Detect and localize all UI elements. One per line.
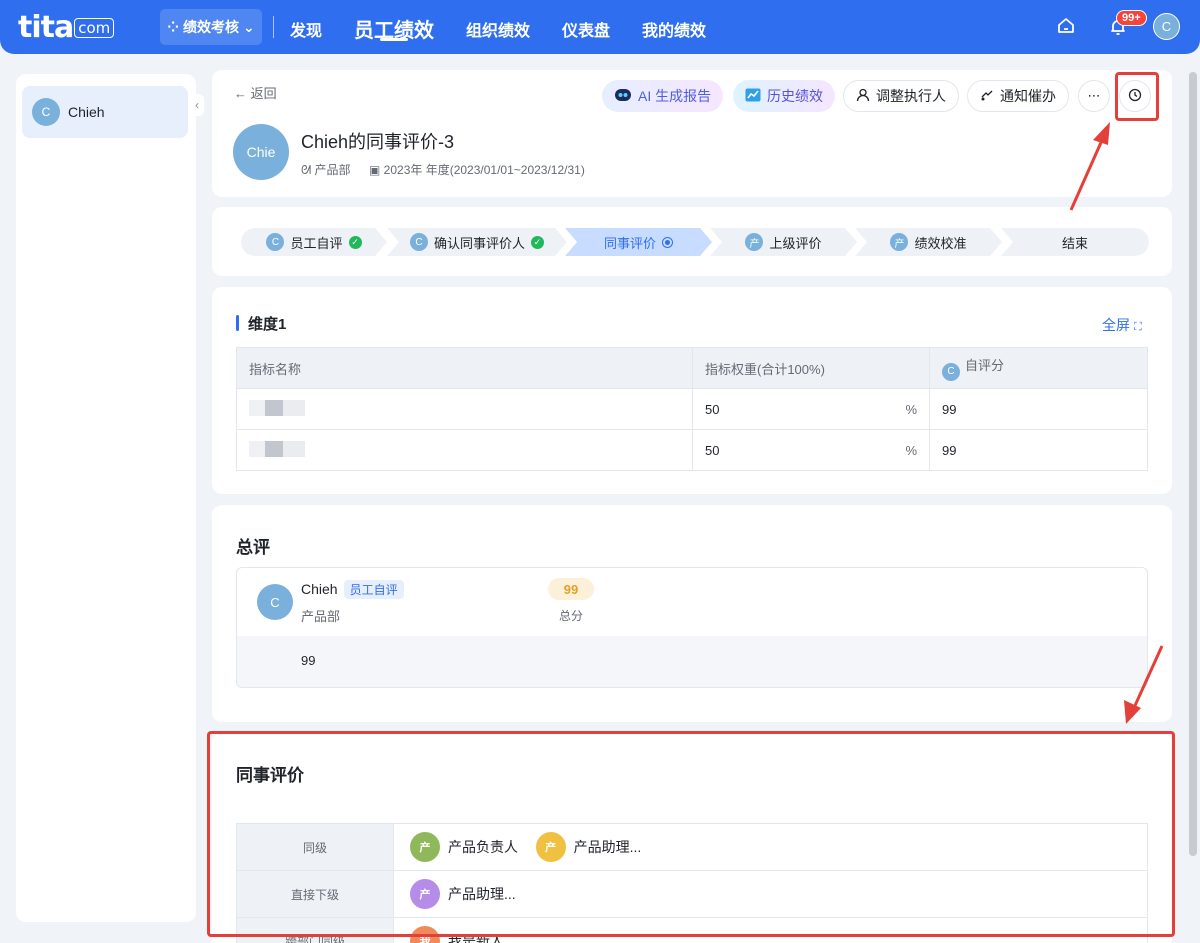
- reviewer-department: 产品部: [301, 609, 341, 624]
- avatar: C: [257, 584, 293, 620]
- sidebar-item-chieh[interactable]: C Chieh: [22, 86, 188, 138]
- step-manager-evaluation[interactable]: 产 上级评价: [710, 228, 857, 256]
- process-steps-card: C 员工自评 ✓ C 确认同事评价人 ✓ 同事评价 产 上级评价 产 绩效校准 …: [212, 207, 1172, 276]
- table-row[interactable]: 50% 99: [236, 388, 1148, 430]
- module-switcher[interactable]: ⁘ 绩效考核 ⌄: [160, 9, 262, 45]
- chevron-down-icon: ⌄: [243, 18, 255, 35]
- home-icon[interactable]: [1056, 16, 1076, 42]
- col-indicator-name: 指标名称: [236, 347, 693, 389]
- total-score-label: 总分: [559, 609, 584, 623]
- nav-divider: [273, 16, 274, 38]
- history-performance-button[interactable]: 历史绩效: [733, 80, 835, 112]
- chevron-left-icon: ‹: [195, 98, 199, 112]
- score-cell: 99: [929, 388, 1148, 430]
- sidebar-item-label: Chieh: [68, 104, 105, 120]
- blurred-text: [249, 399, 305, 416]
- summary-card: 总评 C Chieh 员工自评 产品部 99 总分 99: [212, 505, 1172, 722]
- left-panel: C Chieh: [16, 74, 196, 922]
- table-row[interactable]: 50% 99: [236, 429, 1148, 471]
- calendar-icon: ▣: [369, 163, 384, 177]
- summary-title: 总评: [236, 538, 270, 557]
- user-icon: [856, 88, 870, 105]
- page-scrollbar[interactable]: [1189, 72, 1197, 856]
- current-step-icon: [662, 237, 673, 248]
- back-link[interactable]: ← 返回: [234, 83, 277, 102]
- nav-my-performance[interactable]: 我的绩效: [642, 17, 706, 41]
- highlight-box-history-button: [1115, 72, 1159, 121]
- dimension-title: 维度1: [248, 316, 287, 333]
- check-icon: ✓: [531, 236, 544, 249]
- tita-logo[interactable]: tita com: [18, 10, 115, 45]
- step-calibration[interactable]: 产 绩效校准: [855, 228, 1002, 256]
- collapse-sidebar-button[interactable]: ‹: [190, 94, 204, 116]
- check-icon: ✓: [349, 236, 362, 249]
- evaluation-header-card: ← 返回 AI 生成报告 历史绩效 调整执行人 通知催办 ⋯ Chie Chie…: [212, 70, 1172, 197]
- grid-icon: ⁘: [167, 18, 179, 35]
- more-dots-icon: ⋯: [1087, 88, 1101, 103]
- score-cell: 99: [929, 429, 1148, 471]
- period-meta: ▣ 2023年 年度(2023/01/01~2023/12/31): [369, 163, 585, 177]
- user-avatar[interactable]: C: [1153, 13, 1180, 40]
- robot-icon: [614, 88, 632, 105]
- highlight-box-peer-evaluation: [207, 731, 1175, 937]
- avatar: C: [410, 233, 428, 251]
- avatar: 产: [745, 233, 763, 251]
- title-accent-bar: [236, 315, 239, 331]
- summary-reviewer: Chieh 员工自评: [301, 580, 404, 599]
- summary-box: C Chieh 员工自评 产品部 99 总分 99: [236, 567, 1148, 688]
- avatar: C: [942, 362, 960, 381]
- role-tag: 员工自评: [343, 580, 404, 599]
- step-self-evaluation[interactable]: C 员工自评 ✓: [241, 228, 387, 256]
- employee-avatar: Chie: [233, 124, 289, 180]
- top-nav-bar: tita com ⁘ 绩效考核 ⌄ 发现 员工绩效 组织绩效 仪表盘 我的绩效 9…: [0, 0, 1200, 54]
- nav-discover[interactable]: 发现: [290, 17, 322, 41]
- weight-cell[interactable]: 50%: [692, 429, 930, 471]
- blurred-text: [249, 440, 305, 457]
- step-end[interactable]: 结束: [1001, 228, 1149, 256]
- avatar: 产: [890, 233, 908, 251]
- fullscreen-button[interactable]: 全屏 ⛶: [1102, 315, 1142, 335]
- remind-icon: [980, 88, 994, 105]
- kpi-table: 指标名称 指标权重(合计100%) C 自评分 50% 99 50% 99: [236, 347, 1148, 471]
- ai-report-button[interactable]: AI 生成报告: [602, 80, 724, 112]
- expand-icon: ⛶: [1134, 321, 1142, 333]
- org-icon: ᘛ: [301, 163, 315, 177]
- total-score: 99: [548, 578, 594, 600]
- table-header-row: 指标名称 指标权重(合计100%) C 自评分: [236, 347, 1148, 389]
- notify-remind-button[interactable]: 通知催办: [967, 80, 1069, 112]
- nav-dashboard[interactable]: 仪表盘: [562, 17, 610, 41]
- summary-comment-area: 99: [237, 636, 1147, 687]
- nav-org-performance[interactable]: 组织绩效: [466, 17, 530, 41]
- indicator-name-blurred: [236, 388, 693, 430]
- weight-cell[interactable]: 50%: [692, 388, 930, 430]
- indicator-name-blurred: [236, 429, 693, 471]
- department-meta: ᘛ 产品部: [301, 163, 351, 177]
- avatar: C: [32, 98, 60, 126]
- comment-button[interactable]: ⋯: [1078, 80, 1110, 112]
- dimension-card: 维度1 全屏 ⛶ 指标名称 指标权重(合计100%) C 自评分 50% 99 50…: [212, 287, 1172, 494]
- notification-badge: 99+: [1116, 10, 1147, 26]
- col-weight: 指标权重(合计100%): [692, 347, 930, 389]
- summary-comment: 99: [301, 653, 316, 668]
- step-confirm-peer-evaluators[interactable]: C 确认同事评价人 ✓: [387, 228, 567, 256]
- nav-active-indicator: [380, 38, 408, 41]
- page-title: Chieh的同事评价-3: [301, 132, 455, 152]
- col-self-score: C 自评分: [929, 347, 1148, 389]
- avatar: C: [266, 233, 284, 251]
- step-peer-evaluation[interactable]: 同事评价: [565, 228, 712, 256]
- adjust-executor-button[interactable]: 调整执行人: [843, 80, 959, 112]
- arrow-left-icon: ←: [234, 86, 251, 101]
- history-chart-icon: [745, 88, 761, 105]
